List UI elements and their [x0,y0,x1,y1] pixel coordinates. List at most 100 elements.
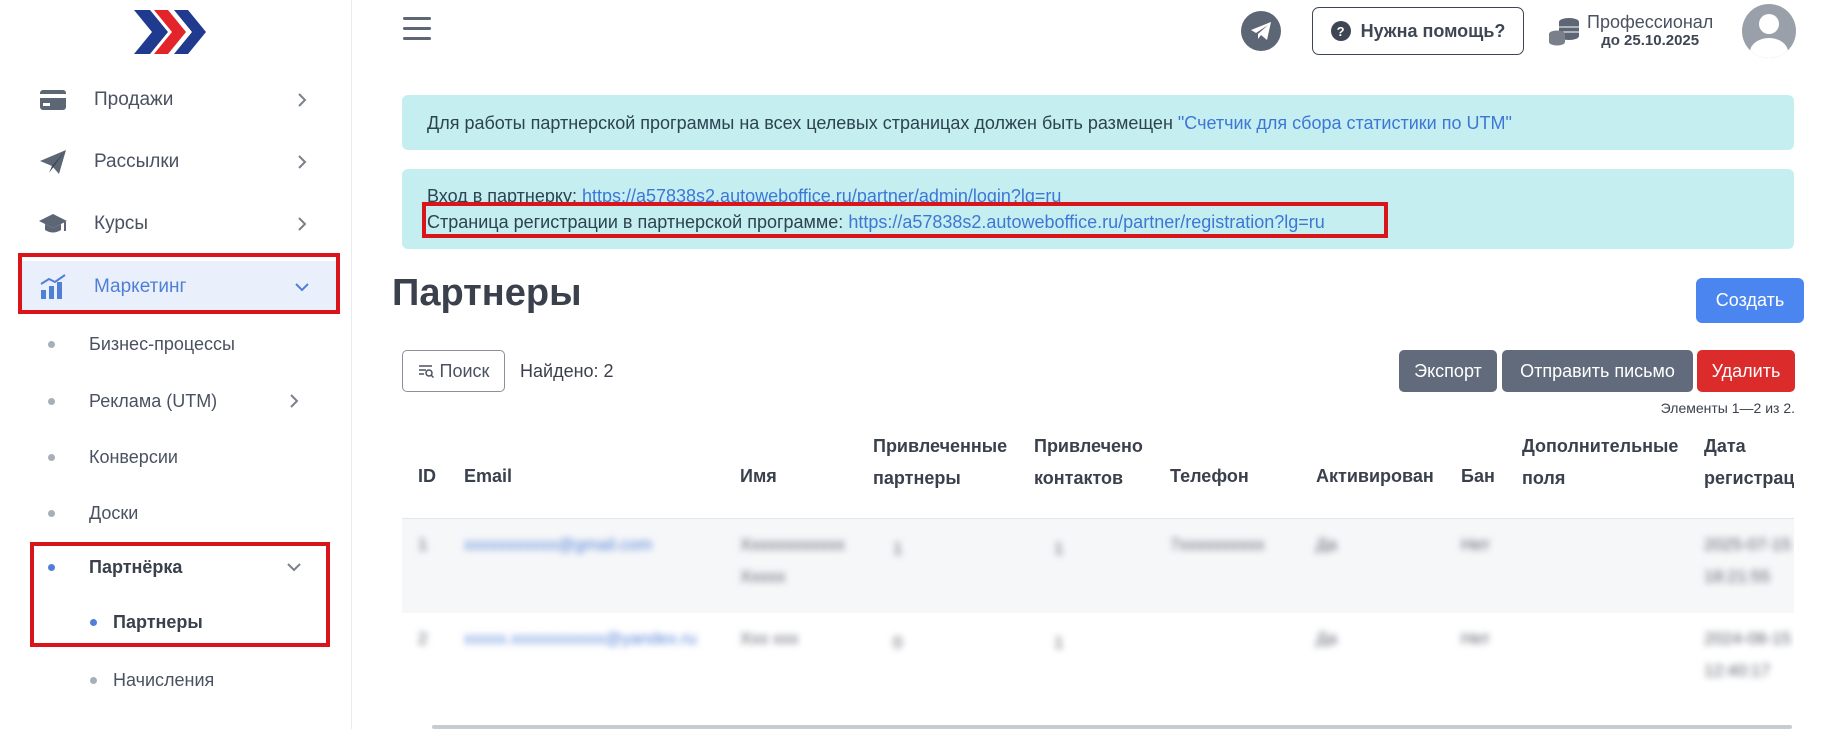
utm-counter-alert: Для работы партнерской программы на всех… [402,95,1794,150]
login-link[interactable]: https://a57838s2.autoweboffice.ru/partne… [582,186,1062,206]
telegram-button[interactable] [1241,11,1281,51]
sidebar-subitem-boards[interactable]: Доски [40,491,340,535]
sidebar-item-label: Курсы [94,213,149,234]
sidebar-item-sales[interactable]: Продажи [20,74,338,126]
paper-plane-icon [38,147,68,177]
login-label: Вход в партнерку: [427,186,582,206]
sidebar-subsubitem-partners[interactable]: Партнеры [90,602,203,642]
export-button[interactable]: Экспорт [1399,350,1497,392]
utm-counter-link[interactable]: "Счетчик для сбора статистики по UTM" [1178,113,1512,133]
utm-alert-text: Для работы партнерской программы на всех… [427,113,1178,133]
bullet-icon [48,563,55,571]
column-header-id[interactable]: ID [418,460,436,492]
cell-referred-partners: 0 [893,633,903,652]
sidebar-subitem-business-processes[interactable]: Бизнес-процессы [40,322,340,366]
sidebar-subitem-conversions[interactable]: Конверсии [40,435,340,479]
horizontal-scrollbar[interactable] [432,725,1792,729]
sidebar-subsubitem-label: Начисления [113,669,215,690]
column-header-referred-partners[interactable]: Привлеченные партнеры [873,430,1007,494]
column-header-extra-fields[interactable]: Дополнительные поля [1522,430,1678,494]
column-header-activated[interactable]: Активирован [1316,460,1434,492]
column-header-referred-contacts[interactable]: Привлечено контактов [1034,430,1143,494]
cell-activated: Да [1316,629,1337,648]
found-count: Найдено: 2 [520,361,614,381]
sidebar-subitem-label: Партнёрка [89,556,183,577]
chevron-right-icon [298,93,307,107]
filter-search-icon [418,365,434,379]
user-icon [1750,14,1788,58]
sidebar-item-label: Продажи [94,89,174,110]
login-line: Вход в партнерку: https://a57838s2.autow… [427,183,1769,209]
logo[interactable] [134,8,210,56]
cell-name: Xxxxxxxxxxxx Xxxxx [740,535,845,586]
bullet-icon [48,397,55,405]
cell-id: 1 [418,535,428,554]
send-email-button[interactable]: Отправить письмо [1502,350,1693,392]
cell-email[interactable]: xxxxxxxxxxx@gmail.com [464,529,652,561]
sidebar-item-mailings[interactable]: Рассылки [20,136,338,188]
bullet-icon [90,618,97,626]
sidebar-item-label: Рассылки [94,151,180,172]
affiliate-links-alert: Вход в партнерку: https://a57838s2.autow… [402,169,1794,249]
column-header-phone[interactable]: Телефон [1170,460,1249,492]
bullet-icon [48,453,55,461]
coins-icon [1549,18,1579,46]
table-row[interactable]: 1 xxxxxxxxxxx@gmail.com Xxxxxxxxxxxx Xxxx… [402,519,1794,613]
registration-line: Страница регистрации в партнерской прогр… [427,209,1769,235]
sidebar-subitem-label: Доски [89,502,139,523]
cell-phone: 7xxxxxxxxxx [1170,535,1265,554]
column-header-email[interactable]: Email [464,460,512,492]
chevron-right-icon [298,155,307,169]
sidebar-subsubitem-label: Партнеры [113,611,203,632]
chevron-right-icon [298,217,307,231]
question-icon: ? [1330,21,1351,41]
help-button[interactable]: ? Нужна помощь? [1312,7,1524,55]
cell-ban: Нет [1461,535,1490,554]
bullet-icon [48,340,55,348]
page-title: Партнеры [392,272,582,314]
plan-name: Профессионал [1587,12,1714,32]
cell-registration-date: 2024-08-15 12:40:17 [1704,629,1791,680]
cell-email[interactable]: xxxxx.xxxxxxxxxxx@yandex.ru [464,623,697,655]
column-header-ban[interactable]: Бан [1461,460,1495,492]
table-row[interactable]: 2 xxxxx.xxxxxxxxxxx@yandex.ru Xxx xxx 0 … [402,613,1794,707]
cell-referred-contacts: 1 [1054,633,1064,652]
sidebar-item-courses[interactable]: Курсы [20,198,338,250]
search-button-label: Поиск [439,360,490,381]
chevron-down-icon [295,283,309,292]
sidebar-subitem-utm[interactable]: Реклама (UTM) [40,379,340,423]
cell-name: Xxx xxx [740,629,799,648]
sidebar-subitem-label: Реклама (UTM) [89,390,218,411]
sidebar-item-marketing[interactable]: Маркетинг [20,261,338,313]
bullet-icon [48,509,55,517]
elements-count: Элементы 1—2 из 2. [1660,400,1795,416]
plan-until: до 25.10.2025 [1601,32,1700,49]
menu-icon[interactable] [403,16,431,42]
column-header-registration-date[interactable]: Датарегистрации [1704,430,1794,494]
cell-referred-partners: 1 [893,539,903,558]
cell-id: 2 [418,629,428,648]
chevron-down-icon [287,563,301,572]
delete-button[interactable]: Удалить [1697,350,1795,392]
cell-activated: Да [1316,535,1337,554]
chevron-right-icon [290,394,299,408]
telegram-icon [1251,22,1271,40]
sidebar-subsubitem-accruals[interactable]: Начисления [90,660,214,700]
bullet-icon [90,676,97,684]
sidebar-subitem-label: Бизнес-процессы [89,333,235,354]
registration-link[interactable]: https://a57838s2.autoweboffice.ru/partne… [848,212,1324,232]
cell-referred-contacts: 1 [1054,539,1064,558]
graduation-cap-icon [38,209,68,239]
create-button[interactable]: Создать [1696,278,1804,323]
avatar[interactable] [1742,4,1796,58]
credit-card-icon [38,85,68,115]
column-header-name[interactable]: Имя [740,460,777,492]
sidebar-subitem-affiliate[interactable]: Партнёрка [40,545,340,589]
plan-info[interactable]: Профессионал до 25.10.2025 [1547,12,1713,50]
search-button[interactable]: Поиск [402,350,505,392]
sidebar: Продажи Рассылки Курсы Маркетинг Бизнес-… [0,0,352,729]
plan-text: Профессионал до 25.10.2025 [1587,12,1713,50]
sidebar-subitem-label: Конверсии [89,446,178,467]
partners-table: ID Email Имя Привлеченные партнеры Привле… [402,430,1794,729]
chart-growth-icon [38,272,68,302]
